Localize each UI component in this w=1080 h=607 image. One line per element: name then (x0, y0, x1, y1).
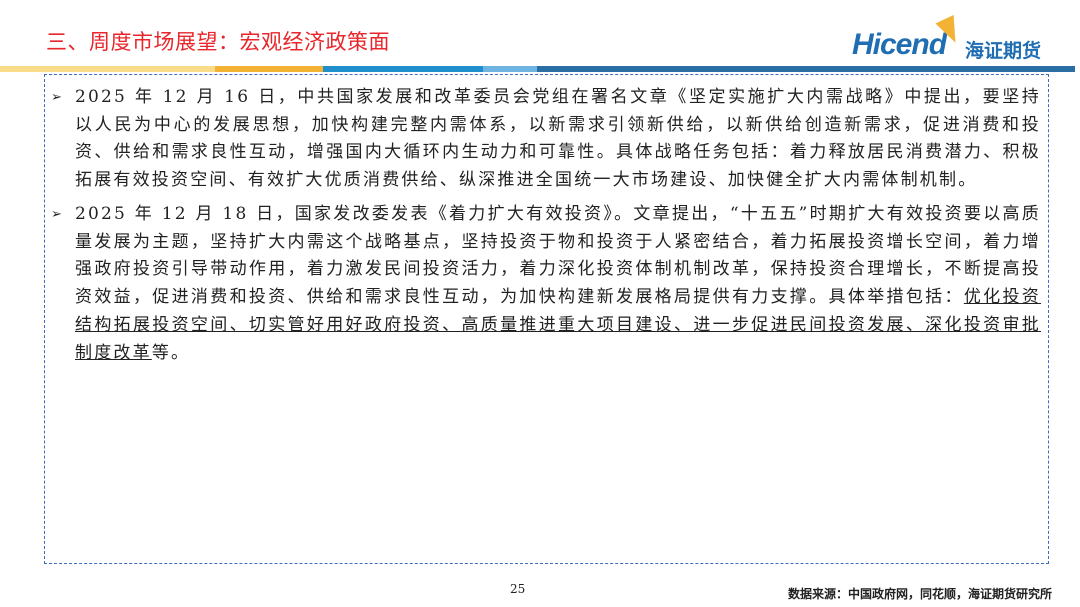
hicend-logo: Hicend 海证期货 (852, 14, 1067, 64)
logo-text-cn: 海证期货 (965, 40, 1042, 62)
bullet-item: ➢ 2025 年 12 月 18 日，国家发改委发表《着力扩大有效投资》。文章提… (51, 201, 1041, 367)
data-source: 数据来源：中国政府网，同花顺，海证期货研究所 (787, 587, 1052, 601)
item-text: 2025 年 12 月 18 日，国家发改委发表《着力扩大有效投资》。文章提出，… (75, 204, 1041, 308)
arrow-bullet-icon: ➢ (51, 207, 65, 222)
page-number: 25 (510, 582, 526, 596)
color-bar-5 (537, 66, 1075, 72)
bullet-item: ➢ 2025 年 12 月 16 日，中共国家发展和改革委员会党组在署名文章《坚… (51, 84, 1041, 195)
color-bar-4 (483, 66, 537, 72)
arrow-bullet-icon: ➢ (51, 90, 65, 105)
item-tail-text: 等。 (151, 342, 191, 363)
item-text: 2025 年 12 月 16 日，中共国家发展和改革委员会党组在署名文章《坚定实… (75, 87, 1041, 191)
color-bar-3 (323, 66, 483, 72)
page-title: 三、周度市场展望：宏观经济政策面 (46, 30, 390, 54)
logo-text-en: Hicend (852, 28, 947, 61)
color-bar-1 (0, 66, 215, 72)
content-box: ➢ 2025 年 12 月 16 日，中共国家发展和改革委员会党组在署名文章《坚… (44, 74, 1049, 564)
color-bar-2 (215, 66, 323, 72)
